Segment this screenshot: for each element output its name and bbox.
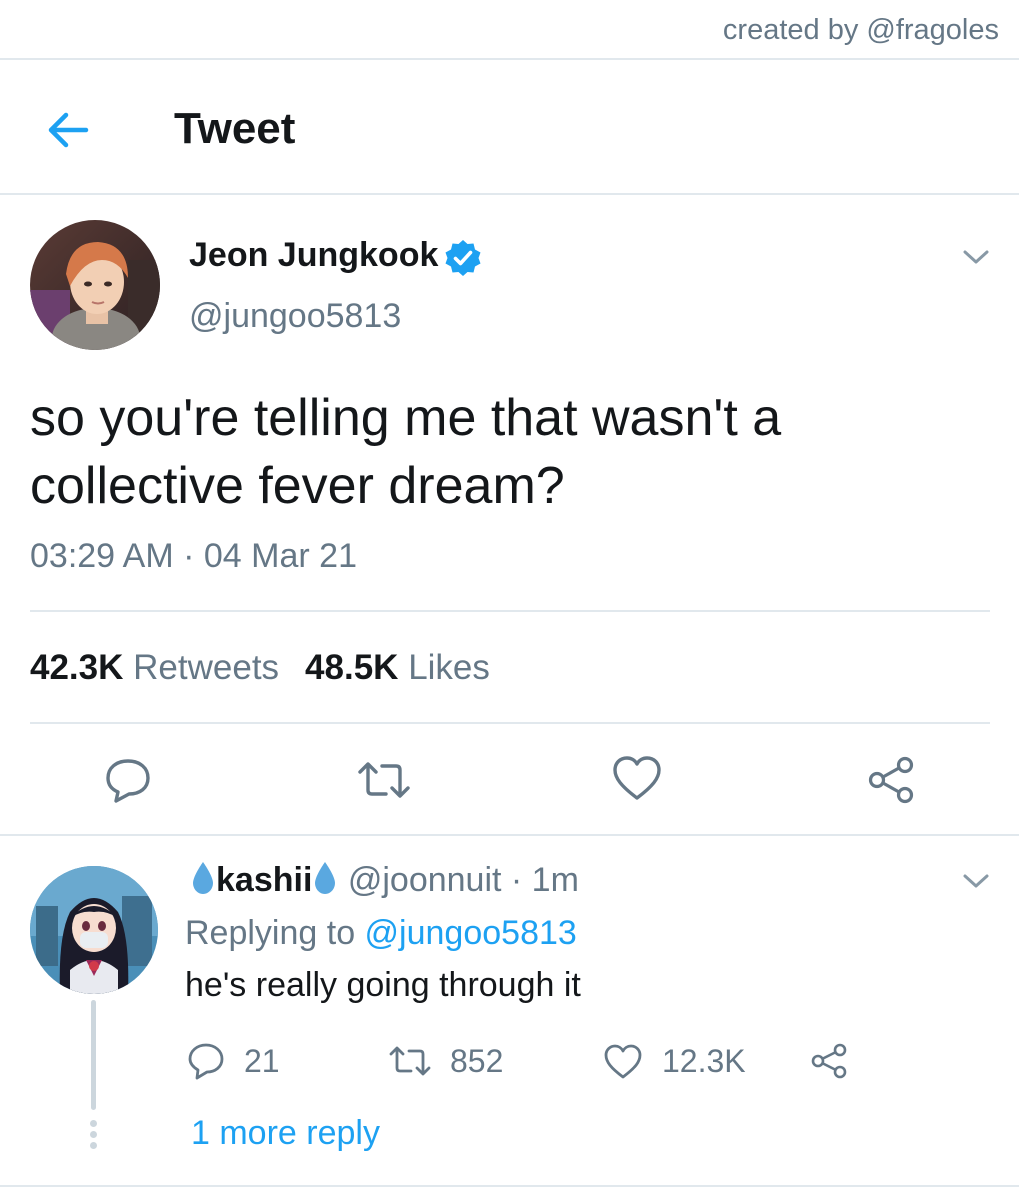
likes-label: Likes (408, 648, 490, 687)
author-name[interactable]: Jeon Jungkook (189, 236, 438, 275)
retweets-stat[interactable]: 42.3K Retweets (30, 648, 279, 687)
thread-line (91, 1000, 96, 1110)
divider (0, 834, 1019, 836)
tweet-timestamp: 03:29 AM · 04 Mar 21 (30, 537, 357, 576)
like-button[interactable] (609, 750, 665, 806)
like-count: 12.3K (662, 1042, 746, 1079)
likes-stat[interactable]: 48.5K Likes (305, 648, 490, 687)
droplet-icon (193, 862, 213, 894)
reply-button[interactable] (100, 752, 156, 808)
tweet-stats: 42.3K Retweets 48.5K Likes (30, 648, 490, 688)
reply-avatar[interactable] (30, 866, 158, 994)
retweets-label: Retweets (133, 648, 280, 687)
heart-icon (604, 1044, 642, 1079)
reply-count: 21 (244, 1042, 280, 1079)
tweet-text: so you're telling me that wasn't a colle… (30, 389, 782, 515)
page-title: Tweet (174, 104, 296, 153)
retweets-count: 42.3K (30, 648, 124, 687)
divider (30, 610, 990, 612)
share-button[interactable] (864, 752, 920, 808)
reply-author-handle[interactable]: @joonnuit · 1m (348, 861, 579, 899)
credit-text: created by @fragoles (722, 14, 999, 46)
likes-count: 48.5K (305, 648, 399, 687)
retweet-icon (389, 1046, 431, 1076)
retweet-icon (358, 762, 410, 798)
chevron-down-icon[interactable] (958, 245, 994, 269)
verified-badge-icon (445, 240, 481, 276)
divider (0, 193, 1019, 195)
retweet-button[interactable] (356, 752, 412, 808)
tweet-date: 04 Mar 21 (203, 537, 357, 575)
divider (30, 722, 990, 724)
thread-dot (90, 1131, 97, 1138)
author-avatar[interactable] (30, 220, 160, 350)
reply-retweet-button[interactable]: 852 (388, 1040, 503, 1082)
comment-icon (188, 1043, 224, 1080)
back-button[interactable] (40, 102, 96, 158)
reply-share-button[interactable] (808, 1040, 870, 1082)
reply-text: he's really going through it (185, 966, 581, 1004)
share-icon (868, 756, 914, 804)
replying-to-link[interactable]: @jungoo5813 (365, 914, 577, 952)
retweet-count: 852 (450, 1042, 504, 1079)
heart-icon (613, 756, 661, 800)
meta-separator: · (183, 537, 195, 575)
author-handle[interactable]: @jungoo5813 (189, 297, 401, 336)
reply-author-name[interactable]: kashii (216, 861, 312, 899)
droplet-icon (315, 862, 336, 894)
share-icon (811, 1043, 847, 1079)
replying-to: Replying to @jungoo5813 (185, 914, 577, 953)
replying-prefix: Replying to (185, 914, 365, 952)
reply-reply-button[interactable]: 21 (186, 1040, 280, 1082)
top-bar: Tweet (0, 60, 1019, 194)
arrow-left-icon (48, 112, 89, 148)
tweet-time: 03:29 AM (30, 537, 174, 575)
divider (0, 1185, 1019, 1187)
reply-like-button[interactable]: 12.3K (602, 1040, 746, 1082)
comment-icon (106, 759, 150, 803)
chevron-down-icon[interactable] (958, 869, 994, 893)
thread-dot (90, 1120, 97, 1127)
reply-header: kashii @joonnuit · 1m (190, 860, 579, 904)
more-replies-link[interactable]: 1 more reply (191, 1114, 380, 1153)
thread-dot (90, 1142, 97, 1149)
